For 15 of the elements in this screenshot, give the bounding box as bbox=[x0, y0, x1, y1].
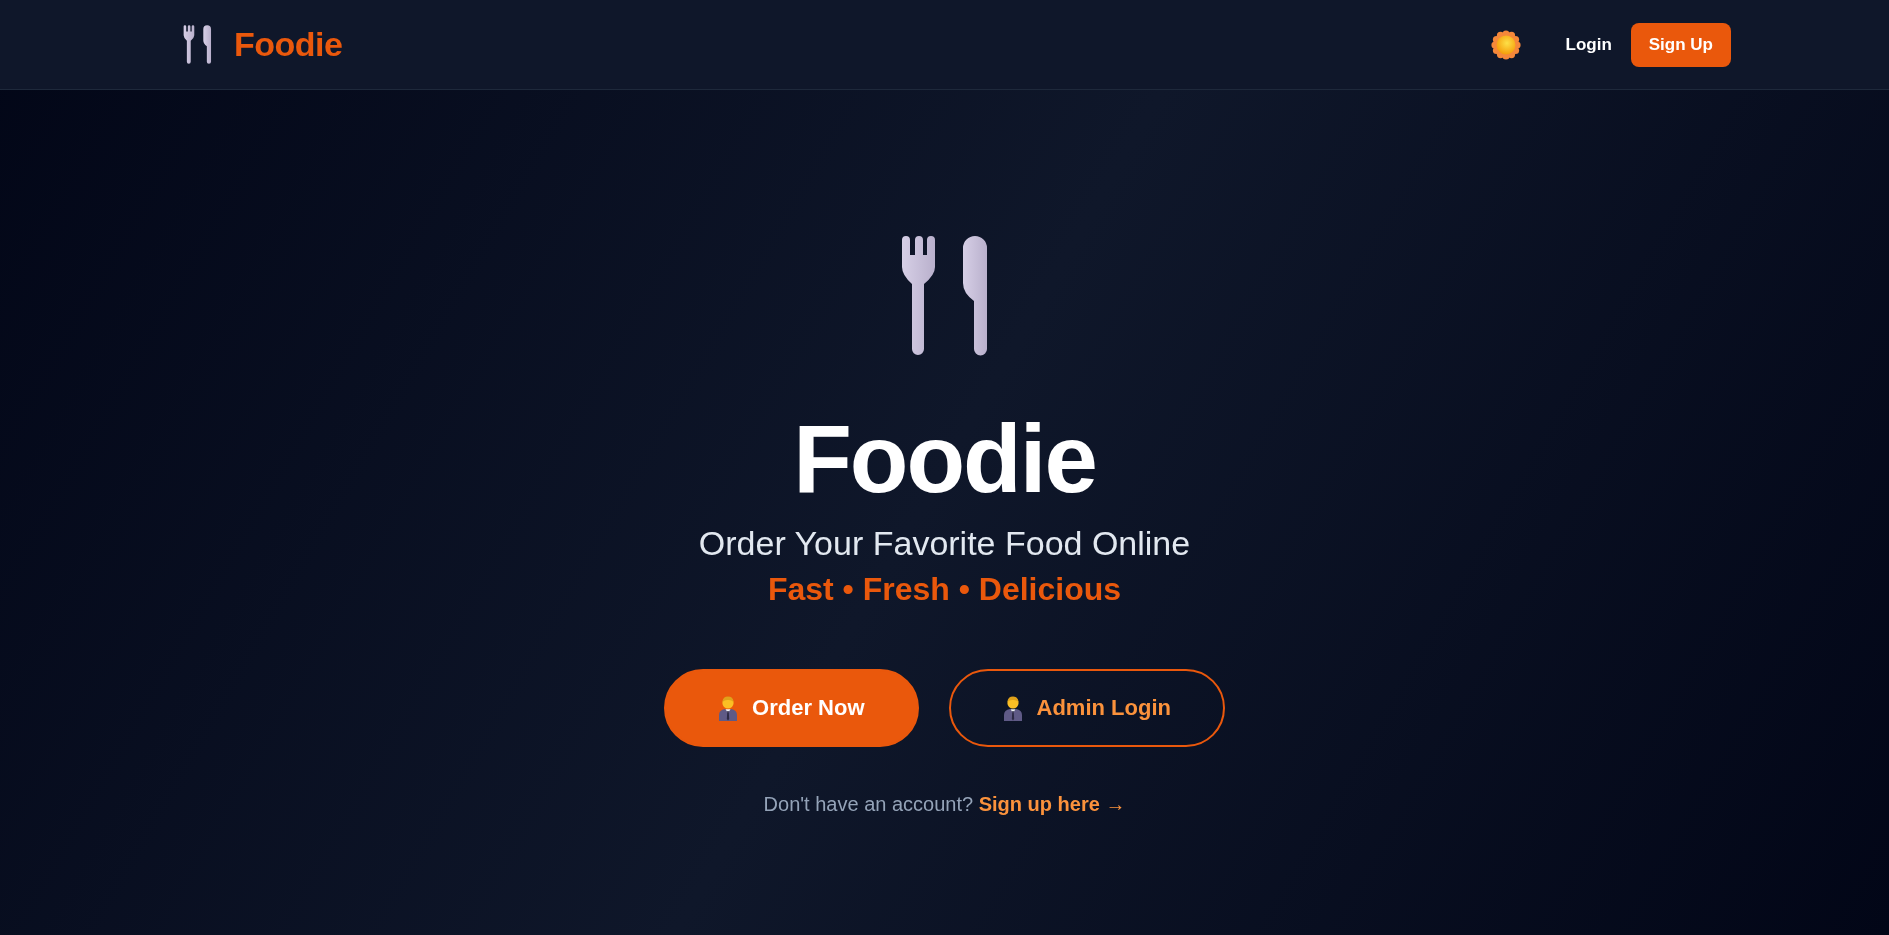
signup-link[interactable]: Sign up here → bbox=[978, 793, 1126, 816]
admin-login-button[interactable]: Admin Login bbox=[948, 669, 1225, 748]
sun-icon[interactable] bbox=[1490, 29, 1521, 60]
office-worker-icon bbox=[1002, 695, 1023, 722]
office-worker-icon bbox=[718, 695, 739, 722]
signup-prompt: Don't have an account? Sign up here → bbox=[763, 792, 1126, 817]
hero-tagline: Fast • Fresh • Delicious bbox=[767, 569, 1122, 609]
fork-and-knife-icon bbox=[183, 25, 212, 64]
login-link[interactable]: Login bbox=[1565, 34, 1612, 55]
hero-title: Foodie bbox=[793, 411, 1096, 507]
hero-subtitle: Order Your Favorite Food Online bbox=[698, 523, 1191, 564]
signup-button[interactable]: Sign Up bbox=[1630, 22, 1731, 67]
fork-and-knife-icon bbox=[899, 235, 990, 356]
brand-logo-text[interactable]: Foodie bbox=[234, 25, 343, 64]
order-button[interactable]: Order Now bbox=[664, 669, 919, 748]
